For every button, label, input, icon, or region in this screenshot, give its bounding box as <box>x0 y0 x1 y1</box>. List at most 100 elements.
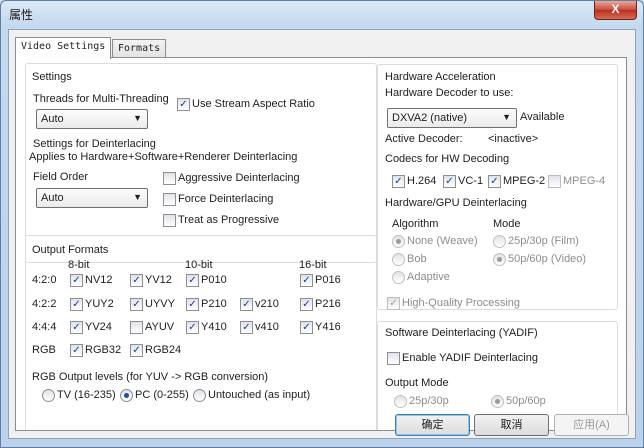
rgb32-label: RGB32 <box>85 344 122 356</box>
rgb-level-pc-radio[interactable] <box>120 389 133 402</box>
mode-film-radio[interactable] <box>493 235 506 248</box>
sw-mode-25p-radio[interactable] <box>394 395 407 408</box>
algorithm-label: Algorithm <box>392 218 439 230</box>
mode-video-radio[interactable] <box>493 253 506 266</box>
v210-label: v210 <box>255 298 279 310</box>
sw-deint-heading: Software Deinterlacing (YADIF) <box>385 327 538 339</box>
y416-checkbox[interactable] <box>300 321 313 334</box>
algo-none-label: None (Weave) <box>407 235 478 247</box>
properties-window: 属性 X Video Settings Formats Settings Thr… <box>0 0 644 448</box>
chevron-down-icon: ▼ <box>133 192 142 202</box>
chevron-down-icon: ▼ <box>133 113 142 123</box>
close-icon: X <box>611 2 620 16</box>
rgb24-checkbox[interactable] <box>130 344 143 357</box>
mode-video-label: 50p/60p (Video) <box>508 253 587 265</box>
progressive-checkbox[interactable] <box>163 214 176 227</box>
force-deint-label: Force Deinterlacing <box>178 193 274 205</box>
h264-label: H.264 <box>407 175 437 187</box>
p216-checkbox[interactable] <box>300 298 313 311</box>
sw-mode-50p-label: 50p/60p <box>506 395 546 407</box>
active-decoder-value: <inactive> <box>488 133 539 145</box>
algo-none-radio[interactable] <box>392 235 405 248</box>
vc1-checkbox[interactable] <box>443 175 456 188</box>
sw-mode-50p-radio[interactable] <box>491 395 504 408</box>
force-deint-checkbox[interactable] <box>163 193 176 206</box>
decoder-label: Hardware Decoder to use: <box>385 87 514 99</box>
algo-bob-radio[interactable] <box>392 253 405 266</box>
rgb-level-tv-radio[interactable] <box>42 389 55 402</box>
close-button[interactable]: X <box>594 1 637 20</box>
y410-checkbox[interactable] <box>186 321 199 334</box>
tab-formats[interactable]: Formats <box>112 39 167 57</box>
p010-checkbox[interactable] <box>186 274 199 287</box>
hq-processing-label: High-Quality Processing <box>402 297 520 309</box>
ok-button[interactable]: 确定 <box>395 414 470 436</box>
codecs-label: Codecs for HW Decoding <box>385 153 510 165</box>
use-stream-aspect-checkbox[interactable] <box>177 98 190 111</box>
p210-checkbox[interactable] <box>186 298 199 311</box>
h264-checkbox[interactable] <box>392 175 405 188</box>
row-420: 4:2:0 <box>32 274 57 286</box>
settings-heading: Settings <box>32 71 72 83</box>
yv12-checkbox[interactable] <box>130 274 143 287</box>
mpeg2-checkbox[interactable] <box>488 175 501 188</box>
progressive-label: Treat as Progressive <box>178 214 280 226</box>
col-10bit: 10-bit <box>185 259 213 271</box>
rgb-level-tv-label: TV (16-235) <box>57 389 116 401</box>
window-title: 属性 <box>9 8 34 22</box>
nv12-checkbox[interactable] <box>70 274 83 287</box>
rgb-levels-label: RGB Output levels (for YUV -> RGB conver… <box>32 371 269 383</box>
yadif-enable-checkbox[interactable] <box>387 352 400 365</box>
rgb-level-untouched-radio[interactable] <box>193 389 206 402</box>
tab-video-settings[interactable]: Video Settings <box>15 37 112 59</box>
field-order-combo[interactable]: Auto ▼ <box>36 188 148 208</box>
apply-button[interactable]: 应用(A) <box>554 414 629 436</box>
row-rgb: RGB <box>32 344 56 356</box>
yuy2-label: YUY2 <box>85 298 114 310</box>
yv24-checkbox[interactable] <box>70 321 83 334</box>
v210-checkbox[interactable] <box>240 298 253 311</box>
tab-pane-video-settings: Settings Threads for Multi-Threading Aut… <box>15 57 627 431</box>
chevron-down-icon: ▼ <box>502 112 511 122</box>
decoder-combo[interactable]: DXVA2 (native) ▼ <box>387 108 517 128</box>
p210-label: P210 <box>201 298 227 310</box>
mpeg2-label: MPEG-2 <box>503 175 546 187</box>
yadif-enable-label: Enable YADIF Deinterlacing <box>402 352 538 364</box>
p216-label: P216 <box>315 298 341 310</box>
uyvy-checkbox[interactable] <box>130 298 143 311</box>
decoder-status: Available <box>520 111 565 123</box>
yuy2-checkbox[interactable] <box>70 298 83 311</box>
deint-note: Applies to Hardware+Software+Renderer De… <box>29 151 298 163</box>
algo-adaptive-label: Adaptive <box>407 271 450 283</box>
uyvy-label: UYVY <box>145 298 175 310</box>
ayuv-label: AYUV <box>145 321 175 333</box>
col-16bit: 16-bit <box>299 259 327 271</box>
title-bar[interactable]: 属性 X <box>1 1 643 29</box>
yv24-label: YV24 <box>85 321 112 333</box>
rgb-level-untouched-label: Untouched (as input) <box>208 389 311 401</box>
sw-mode-25p-label: 25p/30p <box>409 395 449 407</box>
mpeg4-label: MPEG-4 <box>563 175 606 187</box>
rgb32-checkbox[interactable] <box>70 344 83 357</box>
p016-checkbox[interactable] <box>300 274 313 287</box>
v410-checkbox[interactable] <box>240 321 253 334</box>
sw-output-mode-label: Output Mode <box>385 377 449 389</box>
mpeg4-checkbox[interactable] <box>548 175 561 188</box>
field-order-label: Field Order <box>33 171 89 183</box>
p016-label: P016 <box>315 274 341 286</box>
hw-accel-heading: Hardware Acceleration <box>385 71 496 83</box>
aggressive-deint-checkbox[interactable] <box>163 172 176 185</box>
hq-processing-checkbox[interactable] <box>387 297 400 310</box>
v410-label: v410 <box>255 321 279 333</box>
ayuv-checkbox[interactable] <box>130 321 143 334</box>
rgb-level-pc-label: PC (0-255) <box>135 389 189 401</box>
cancel-button[interactable]: 取消 <box>474 414 549 436</box>
algo-adaptive-radio[interactable] <box>392 271 405 284</box>
p010-label: P010 <box>201 274 227 286</box>
y416-label: Y416 <box>315 321 341 333</box>
algo-bob-label: Bob <box>407 253 427 265</box>
mode-label: Mode <box>493 218 521 230</box>
threads-combo[interactable]: Auto ▼ <box>36 109 148 129</box>
mode-film-label: 25p/30p (Film) <box>508 235 579 247</box>
y410-label: Y410 <box>201 321 227 333</box>
